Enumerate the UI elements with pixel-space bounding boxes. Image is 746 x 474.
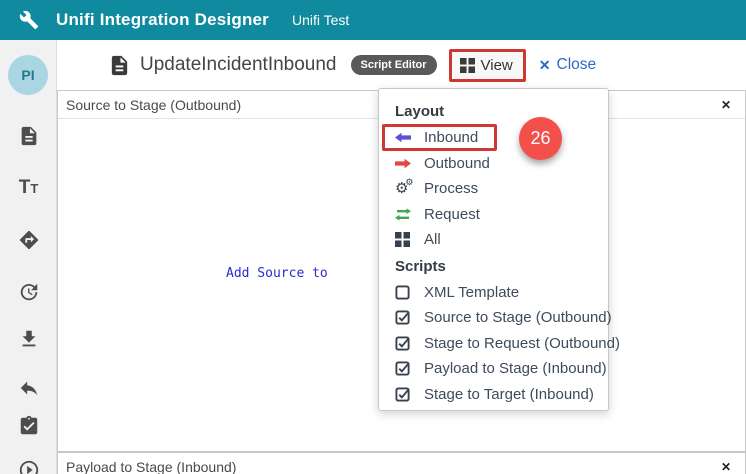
- reply-icon[interactable]: [17, 376, 40, 399]
- editor-toolbar: UpdateIncidentInbound Script Editor View…: [57, 40, 746, 90]
- document-icon[interactable]: [17, 124, 40, 147]
- menu-item-label: Stage to Request (Outbound): [424, 335, 620, 352]
- view-menu: Layout Inbound Outbound ⚙⚙ Process: [378, 88, 609, 411]
- panel-title: Payload to Stage (Inbound): [66, 459, 236, 474]
- swap-arrows-icon: [395, 208, 413, 221]
- gears-icon: ⚙⚙: [395, 181, 413, 196]
- grid-icon: [395, 232, 413, 247]
- unifi-integration-designer-window: Unifi Integration Designer Unifi Test PI…: [0, 0, 746, 474]
- script-document-icon: [108, 54, 131, 77]
- menu-item-label: Request: [424, 206, 480, 223]
- script-editor-badge: Script Editor: [351, 55, 437, 75]
- grid-icon: [460, 58, 475, 73]
- clipboard-check-icon[interactable]: [17, 414, 40, 437]
- menu-item-request[interactable]: Request: [379, 202, 608, 228]
- close-button-label: Close: [557, 56, 597, 74]
- sidebar: PI TT: [0, 40, 57, 474]
- menu-item-stage-to-request[interactable]: Stage to Request (Outbound): [379, 331, 608, 357]
- menu-item-process[interactable]: ⚙⚙ Process: [379, 176, 608, 202]
- text-format-icon[interactable]: TT: [17, 176, 40, 199]
- history-icon[interactable]: [17, 280, 40, 303]
- menu-item-label: Inbound: [424, 129, 478, 146]
- panel-close-icon[interactable]: ✕: [721, 98, 731, 112]
- menu-item-label: Source to Stage (Outbound): [424, 309, 612, 326]
- checkbox-checked-icon: [395, 361, 413, 376]
- menu-item-label: All: [424, 231, 441, 248]
- app-context-link[interactable]: Unifi Test: [292, 12, 349, 28]
- menu-section-scripts: Scripts: [379, 256, 608, 280]
- panel-payload-to-stage-header: Payload to Stage (Inbound) ✕: [58, 453, 745, 474]
- arrow-right-icon: [395, 158, 413, 169]
- checkbox-checked-icon: [395, 387, 413, 402]
- avatar[interactable]: PI: [8, 55, 48, 95]
- checkbox-checked-icon: [395, 336, 413, 351]
- checkbox-checked-icon: [395, 310, 413, 325]
- panel-close-icon[interactable]: ✕: [721, 460, 731, 474]
- panel-title: Source to Stage (Outbound): [66, 97, 241, 113]
- menu-item-label: Outbound: [424, 155, 490, 172]
- menu-item-stage-to-target[interactable]: Stage to Target (Inbound): [379, 382, 608, 408]
- close-button[interactable]: ✕ Close: [539, 56, 596, 74]
- annotation-highlight-view: View: [449, 49, 526, 82]
- menu-item-outbound[interactable]: Outbound: [379, 151, 608, 177]
- app-title: Unifi Integration Designer: [56, 10, 269, 30]
- close-x-icon: ✕: [539, 57, 551, 74]
- code-placeholder-text[interactable]: Add Source to: [226, 266, 328, 281]
- app-header: Unifi Integration Designer Unifi Test: [0, 0, 746, 40]
- menu-item-xml-template[interactable]: XML Template: [379, 280, 608, 306]
- menu-item-label: Stage to Target (Inbound): [424, 386, 594, 403]
- menu-item-payload-to-stage[interactable]: Payload to Stage (Inbound): [379, 356, 608, 382]
- menu-item-label: Process: [424, 180, 478, 197]
- panel-payload-to-stage: Payload to Stage (Inbound) ✕: [57, 452, 746, 474]
- page-title: UpdateIncidentInbound: [140, 54, 337, 76]
- directions-diamond-icon[interactable]: [17, 228, 40, 251]
- menu-item-source-to-stage[interactable]: Source to Stage (Outbound): [379, 305, 608, 331]
- annotation-step-badge: 26: [519, 117, 562, 160]
- checkbox-unchecked-icon: [395, 285, 413, 300]
- menu-section-layout: Layout: [379, 101, 608, 125]
- download-icon[interactable]: [17, 327, 40, 350]
- view-button-label: View: [481, 57, 513, 74]
- arrow-left-icon: [395, 132, 413, 143]
- menu-item-label: Payload to Stage (Inbound): [424, 360, 607, 377]
- menu-item-all[interactable]: All: [379, 227, 608, 253]
- menu-item-label: XML Template: [424, 284, 519, 301]
- view-button[interactable]: View: [452, 52, 523, 79]
- menu-item-inbound[interactable]: Inbound: [379, 125, 608, 151]
- play-circle-icon[interactable]: [17, 458, 40, 474]
- wrench-icon: [19, 10, 39, 30]
